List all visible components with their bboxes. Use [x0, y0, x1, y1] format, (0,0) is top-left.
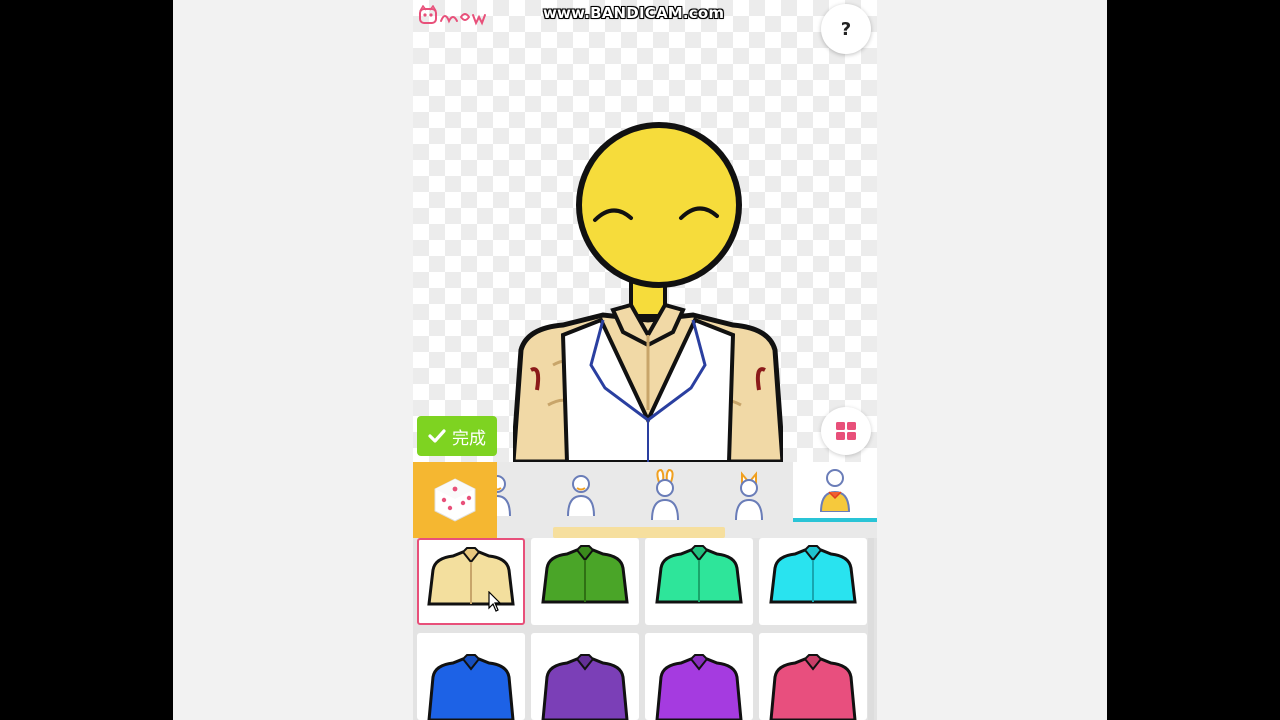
picrew-maker: www.BANDICAM.com ? 完成	[413, 0, 877, 720]
item-shirt-cream[interactable]	[417, 538, 525, 625]
shirt-icon	[427, 654, 515, 720]
tab-scroll-indicator	[553, 527, 725, 538]
item-grid-scrollbar[interactable]	[868, 538, 874, 720]
recording-watermark: www.BANDICAM.com	[543, 4, 725, 22]
video-letterbox-right	[1107, 0, 1280, 720]
shirt-icon	[819, 469, 851, 512]
item-shirt-mint[interactable]	[645, 538, 753, 625]
randomize-button[interactable]	[413, 462, 497, 538]
tab-cat-ears[interactable]	[707, 462, 791, 526]
item-grid	[413, 538, 877, 720]
item-shirt-blue[interactable]	[417, 633, 525, 720]
shirt-icon	[541, 545, 629, 604]
item-shirt-violet[interactable]	[645, 633, 753, 720]
tab-body[interactable]	[539, 462, 623, 526]
page-background: www.BANDICAM.com ? 完成	[173, 0, 1107, 720]
picrew-logo[interactable]	[419, 4, 499, 29]
question-mark-icon: ?	[840, 18, 852, 40]
done-button[interactable]: 完成	[417, 416, 497, 456]
shirt-icon	[655, 545, 743, 604]
video-letterbox-left	[0, 0, 173, 720]
shirt-icon	[541, 654, 629, 720]
item-shirt-purple[interactable]	[531, 633, 639, 720]
shirt-icon	[769, 654, 857, 720]
item-shirt-pink[interactable]	[759, 633, 867, 720]
grid-icon	[836, 422, 856, 440]
bunny-ears-icon	[651, 468, 679, 520]
grid-view-button[interactable]	[821, 407, 871, 455]
item-shirt-green[interactable]	[531, 538, 639, 625]
character-canvas: www.BANDICAM.com ? 完成	[413, 0, 877, 462]
checkmark-icon	[428, 429, 446, 443]
mouse-cursor-icon	[488, 591, 502, 612]
tab-bunny-ears[interactable]	[623, 462, 707, 526]
body-icon	[567, 475, 595, 516]
shirt-icon	[769, 545, 857, 604]
cat-ears-icon	[735, 471, 763, 520]
done-button-label: 完成	[452, 428, 486, 449]
tab-shirt[interactable]	[793, 462, 877, 522]
dice-icon	[434, 478, 476, 522]
character-preview	[513, 122, 783, 462]
shirt-icon	[427, 547, 515, 606]
category-tabbar	[413, 462, 877, 538]
shirt-icon	[655, 654, 743, 720]
item-shirt-cyan[interactable]	[759, 538, 867, 625]
help-button[interactable]: ?	[821, 4, 871, 54]
